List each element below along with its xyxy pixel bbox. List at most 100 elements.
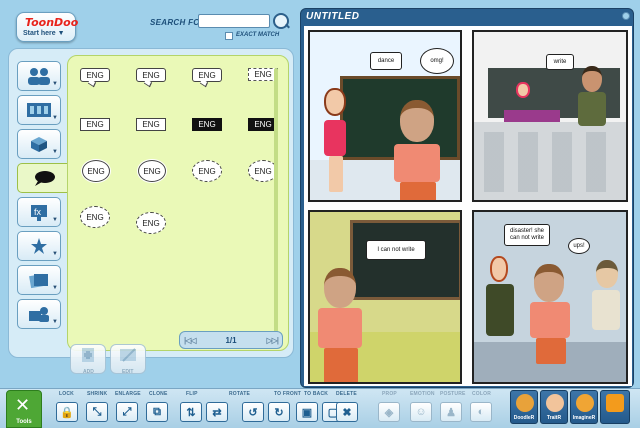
enlarge-button[interactable]: ⤢ xyxy=(116,402,138,422)
panel3-speech-bubble[interactable]: I can not write xyxy=(366,240,426,260)
speech-bubble-icon xyxy=(35,171,55,186)
add-icon xyxy=(82,348,94,362)
delete-icon: ✖ xyxy=(342,406,352,419)
category-props-button[interactable]: ▼ xyxy=(17,129,61,159)
bubble-speech-round[interactable]: ENG xyxy=(80,68,110,82)
color-button[interactable]: ◐ xyxy=(470,402,492,422)
traitr-button[interactable]: TraitR xyxy=(540,390,568,424)
teacher-head xyxy=(582,66,602,92)
delete-button[interactable]: ✖ xyxy=(336,402,358,422)
comic-panel-2[interactable]: write xyxy=(472,30,628,202)
palette-icon xyxy=(516,394,534,412)
lock-button[interactable]: 🔒 xyxy=(56,402,78,422)
bubble-speech-round[interactable]: ENG xyxy=(192,68,222,82)
tools-tab[interactable]: ✕ Tools xyxy=(6,390,42,428)
add-button[interactable]: ADD xyxy=(70,344,106,375)
category-backgrounds-button[interactable]: ▼ xyxy=(17,95,61,125)
doodler-label: DoodleR xyxy=(513,415,535,421)
shrink-label: SHRINK xyxy=(87,391,108,397)
boy-shirt xyxy=(394,144,440,182)
panel4-shout-bubble[interactable]: ups! xyxy=(568,238,590,254)
posture-icon: ♟ xyxy=(446,406,456,419)
search-icon[interactable] xyxy=(273,13,289,29)
bubble-black-box[interactable]: ENG xyxy=(192,118,222,131)
exact-match-label: EXACT MATCH xyxy=(236,32,280,38)
boy-pants xyxy=(400,182,436,200)
last-page-button[interactable]: ▷▷| xyxy=(266,336,279,345)
special-effects-icon: fx xyxy=(31,205,47,221)
comic-panel-4[interactable]: disaster! she can not write ups! xyxy=(472,210,628,384)
library-panel: ▼ ▼ ▼ fx ▼ ▼ ▼ ▼ ENG ENG ENG ENG ENG ENG… xyxy=(8,48,294,358)
edit-button[interactable]: EDIT xyxy=(110,344,146,375)
wrench-icon: ✕ xyxy=(15,395,31,415)
edit-icon xyxy=(120,348,136,362)
color-label: COLOR xyxy=(472,391,492,397)
category-stickers-button[interactable]: ▼ xyxy=(17,231,61,261)
start-here-button[interactable]: ToonDoo Start here ▼ xyxy=(16,12,78,42)
posture-button[interactable]: ♟ xyxy=(440,402,462,422)
bubble-shout-spiky[interactable]: ENG xyxy=(248,160,278,182)
boy-head xyxy=(324,268,356,308)
panel1-speech-bubble[interactable]: dance xyxy=(370,52,402,70)
category-speech-bubbles-button[interactable] xyxy=(17,163,73,193)
bubble-shout-spiky[interactable]: ENG xyxy=(136,212,166,234)
doodler-button[interactable]: DoodleR xyxy=(510,390,538,424)
delete-label: DELETE xyxy=(336,391,357,397)
exact-match-checkbox[interactable] xyxy=(225,32,233,40)
search-input[interactable] xyxy=(198,14,270,28)
flip-vertical-button[interactable]: ⇅ xyxy=(180,402,202,422)
svg-text:fx: fx xyxy=(34,207,42,217)
boy-pants xyxy=(536,338,566,364)
panel1-shout-bubble[interactable]: omg! xyxy=(420,48,454,74)
comic-canvas[interactable]: dance omg! write I can not write disaste… xyxy=(304,26,632,386)
first-page-button[interactable]: |◁◁ xyxy=(184,336,197,345)
characters-icon xyxy=(28,68,50,85)
emotion-button[interactable]: ☺ xyxy=(410,402,432,422)
panel4-speech-bubble[interactable]: disaster! she can not write xyxy=(504,224,550,246)
prop-label: PROP xyxy=(382,391,397,397)
boy-head xyxy=(534,264,564,302)
boy-shirt xyxy=(318,308,362,348)
enlarge-icon: ⤢ xyxy=(122,405,132,418)
girl-dress xyxy=(324,120,346,156)
imaginer-button[interactable]: ImagineR xyxy=(570,390,598,424)
rotate-left-button[interactable]: ↺ xyxy=(242,402,264,422)
emotion-label: EMOTION xyxy=(410,391,435,397)
to-front-button[interactable]: ▣ xyxy=(296,402,318,422)
bubble-black-box[interactable]: ENG xyxy=(248,118,278,131)
bubble-dashed-box[interactable]: ENG xyxy=(248,68,278,81)
bubble-speech-round[interactable]: ENG xyxy=(136,68,166,82)
girl-legs xyxy=(329,156,343,192)
strip-scroll-button[interactable] xyxy=(622,12,630,20)
redhead-head xyxy=(490,256,508,282)
imaginer-label: ImagineR xyxy=(572,415,596,421)
comic-panel-1[interactable]: dance omg! xyxy=(308,30,462,202)
extra-app-button[interactable] xyxy=(600,390,630,424)
category-my-content-button[interactable]: ▼ xyxy=(17,299,61,329)
category-special-effects-button[interactable]: fx ▼ xyxy=(17,197,61,227)
clone-icon: ⧉ xyxy=(153,405,161,418)
bubble-thought-cloud[interactable]: ENG xyxy=(138,160,166,182)
to-front-label: TO FRONT xyxy=(274,391,302,397)
bubble-caption-box[interactable]: ENG xyxy=(80,118,110,131)
bubble-shout-spiky[interactable]: ENG xyxy=(80,206,110,228)
clone-button[interactable]: ⧉ xyxy=(146,402,168,422)
category-characters-button[interactable]: ▼ xyxy=(17,61,61,91)
flip-horizontal-icon: ⇄ xyxy=(212,406,222,419)
prop-button[interactable]: ◈ xyxy=(378,402,400,422)
traitr-label: TraitR xyxy=(546,415,562,421)
page-indicator: 1/1 xyxy=(225,335,237,345)
flip-horizontal-button[interactable]: ⇄ xyxy=(206,402,228,422)
category-images-button[interactable]: ▼ xyxy=(17,265,61,295)
comic-panel-3[interactable]: I can not write xyxy=(308,210,462,384)
bubble-caption-box[interactable]: ENG xyxy=(136,118,166,131)
tools-label: Tools xyxy=(16,419,32,425)
speech-bubble-library: ENG ENG ENG ENG ENG ENG ENG ENG ENG ENG … xyxy=(67,55,289,351)
emotion-icon: ☺ xyxy=(415,406,427,418)
rotate-right-button[interactable]: ↻ xyxy=(268,402,290,422)
panel2-speech-bubble[interactable]: write xyxy=(546,54,574,70)
girl-head xyxy=(324,88,346,116)
shrink-button[interactable]: ⤡ xyxy=(86,402,108,422)
bubble-thought-cloud[interactable]: ENG xyxy=(82,160,110,182)
bubble-shout-spiky[interactable]: ENG xyxy=(192,160,222,182)
